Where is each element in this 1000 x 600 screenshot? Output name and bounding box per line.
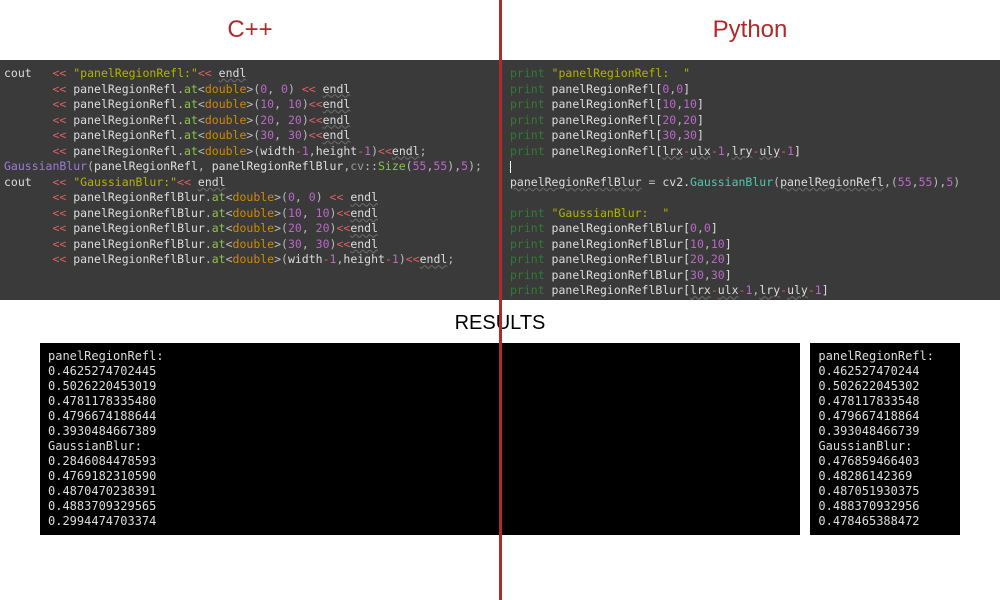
results-python: panelRegionRefl: 0.462527470244 0.502622… <box>810 343 960 535</box>
python-code-panel: print "panelRegionRefl: " print panelReg… <box>500 60 1000 300</box>
header-cpp: C++ <box>0 16 500 44</box>
vertical-divider <box>499 0 502 600</box>
results-cpp: panelRegionRefl: 0.4625274702445 0.50262… <box>40 343 800 535</box>
header-python: Python <box>500 16 1000 44</box>
cpp-code-panel: cout << "panelRegionRefl:"<< endl << pan… <box>0 60 500 300</box>
